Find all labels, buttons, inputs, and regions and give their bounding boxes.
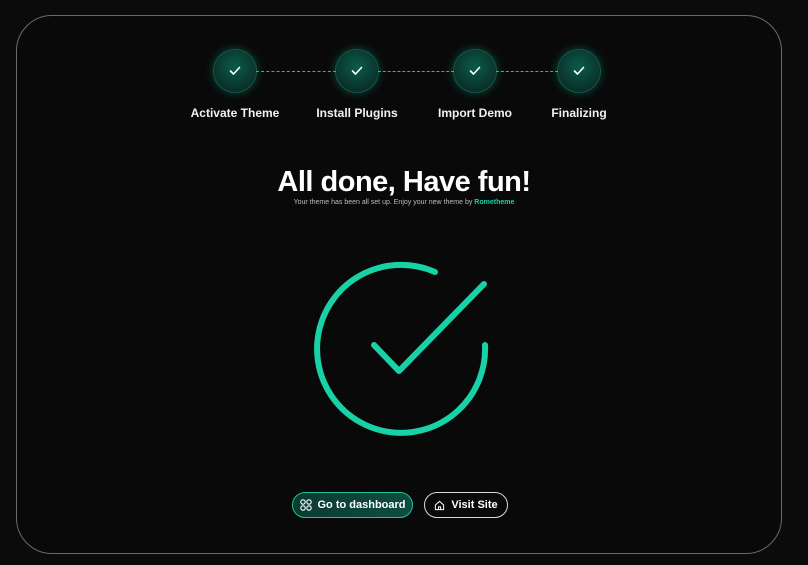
step-circle <box>558 50 600 92</box>
setup-stepper: Activate Theme Install Plugins Import De… <box>0 0 808 130</box>
step-label: Activate Theme <box>190 106 280 120</box>
go-to-dashboard-button[interactable]: Go to dashboard <box>292 492 413 518</box>
brand-link[interactable]: Rometheme <box>474 199 514 206</box>
check-icon <box>573 66 585 75</box>
step-label: Finalizing <box>551 106 607 120</box>
check-circle-icon <box>314 261 489 436</box>
step-circle <box>214 50 256 92</box>
step-circle <box>454 50 496 92</box>
subtitle-text: Your theme has been all set up. Enjoy yo… <box>293 199 475 206</box>
dashboard-button-label: Go to dashboard <box>317 499 406 511</box>
visit-site-button[interactable]: Visit Site <box>424 492 508 518</box>
step-circle <box>336 50 378 92</box>
step-activate-theme[interactable]: Activate Theme <box>170 50 300 120</box>
step-finalizing[interactable]: Finalizing <box>514 50 644 120</box>
check-icon <box>229 66 241 75</box>
visit-button-label: Visit Site <box>451 499 498 511</box>
step-install-plugins[interactable]: Install Plugins <box>292 50 422 120</box>
page-subtitle: Your theme has been all set up. Enjoy yo… <box>0 199 808 206</box>
check-icon <box>469 66 481 75</box>
step-label: Install Plugins <box>316 106 398 120</box>
home-icon <box>435 500 445 510</box>
page-title: All done, Have fun! <box>277 166 531 198</box>
check-icon <box>351 66 363 75</box>
grid-icon <box>299 499 312 511</box>
